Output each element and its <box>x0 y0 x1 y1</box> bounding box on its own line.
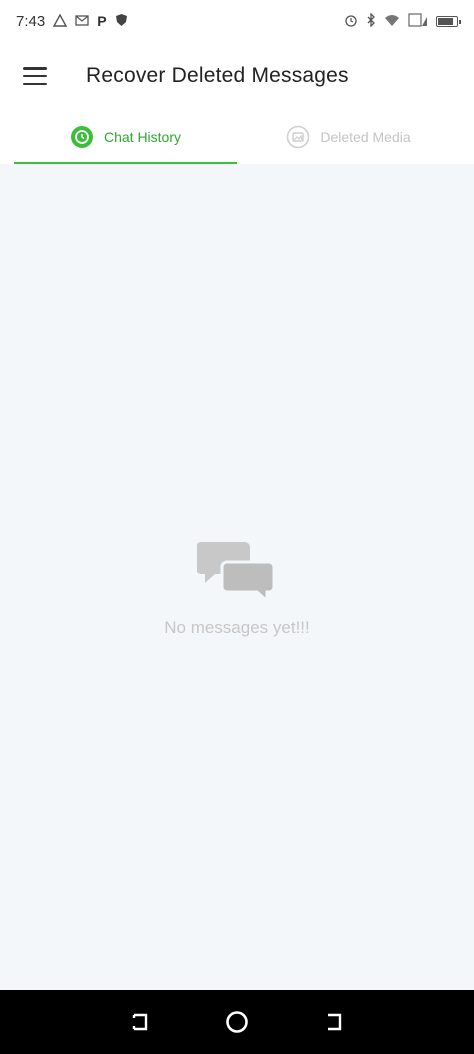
wifi-icon <box>384 14 400 29</box>
back-icon <box>328 1013 342 1031</box>
system-nav-bar <box>0 990 474 1054</box>
chat-list-area: No messages yet!!! <box>0 164 474 990</box>
chat-history-icon <box>70 125 94 149</box>
back-button[interactable] <box>321 1008 349 1036</box>
page-title: Recover Deleted Messages <box>86 64 349 87</box>
empty-state: No messages yet!!! <box>0 538 474 638</box>
tab-bar: Chat History Deleted Media <box>14 110 460 164</box>
screen: 7:43 P Recover Deleted Messages Chat His… <box>0 0 474 1054</box>
shield-icon <box>115 13 128 29</box>
recents-icon <box>132 1013 148 1031</box>
warning-icon <box>53 13 68 29</box>
hamburger-icon <box>23 67 47 85</box>
menu-button[interactable] <box>0 42 70 110</box>
tab-label: Chat History <box>103 129 182 145</box>
signal-icon <box>408 13 428 29</box>
home-icon <box>226 1011 248 1033</box>
battery-icon <box>436 15 461 27</box>
bluetooth-icon <box>366 12 376 29</box>
chat-bubbles-icon <box>197 542 276 605</box>
tab-chat-history[interactable]: Chat History <box>14 110 237 164</box>
recents-button[interactable] <box>125 1008 153 1036</box>
status-right <box>344 12 461 29</box>
status-bar: 7:43 P <box>0 0 474 42</box>
alarm-icon <box>344 13 358 29</box>
tab-label: Deleted Media <box>320 129 411 145</box>
home-button[interactable] <box>223 1008 251 1036</box>
tab-deleted-media[interactable]: Deleted Media <box>237 110 460 164</box>
p-icon: P <box>97 13 107 29</box>
app-bar: Recover Deleted Messages <box>0 42 474 110</box>
deleted-media-icon <box>286 125 310 149</box>
status-left: 7:43 P <box>16 13 128 30</box>
status-time: 7:43 <box>16 12 46 30</box>
mail-icon <box>75 14 89 28</box>
empty-message: No messages yet!!! <box>164 618 310 637</box>
